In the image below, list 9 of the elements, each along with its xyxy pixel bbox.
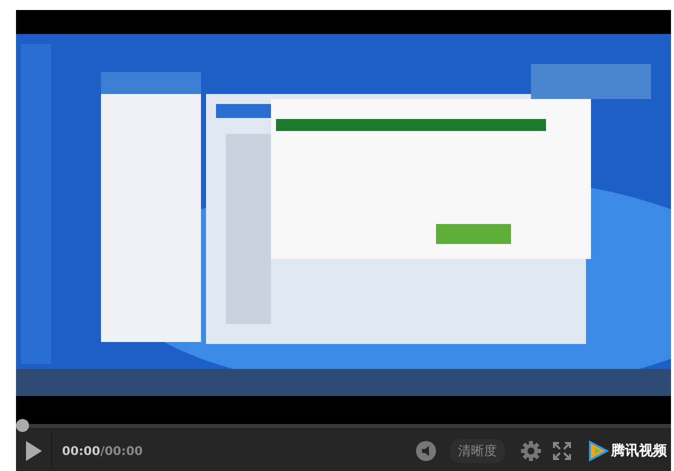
settings-icon[interactable] — [521, 441, 541, 461]
current-time: 00:00 — [62, 444, 100, 458]
progress-thumb[interactable] — [16, 419, 29, 432]
fullscreen-icon[interactable] — [553, 442, 571, 460]
quality-button[interactable]: 清晰度 — [450, 439, 505, 463]
volume-icon[interactable] — [416, 441, 436, 461]
play-icon[interactable] — [24, 440, 42, 462]
brand-logo[interactable]: 腾讯视频 — [587, 440, 667, 462]
duration: /00:00 — [100, 444, 143, 458]
